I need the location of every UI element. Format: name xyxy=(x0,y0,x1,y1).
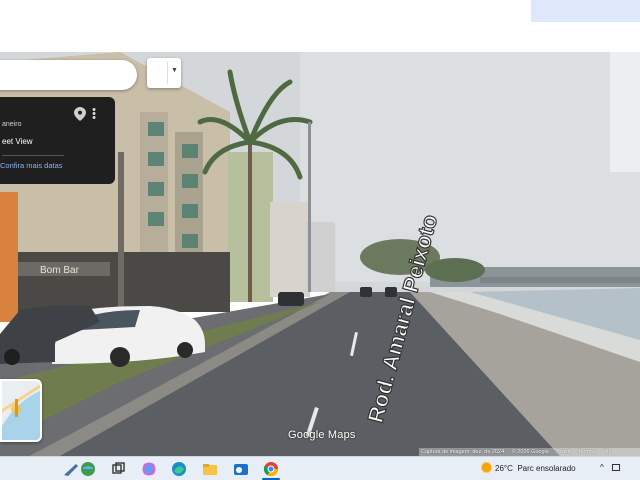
browser-tab-area[interactable] xyxy=(531,0,640,22)
tray-chevron-icon[interactable]: ^ xyxy=(600,463,604,472)
widgets-icon[interactable] xyxy=(62,461,96,477)
google-maps-watermark: Google Maps xyxy=(288,429,356,441)
shop-sign: Bom Bar xyxy=(40,265,80,276)
card-divider xyxy=(2,155,64,156)
more-options-icon[interactable]: • • • xyxy=(91,105,97,124)
browser-top-bar xyxy=(0,0,640,52)
dropdown-divider xyxy=(167,62,168,84)
privacy-link[interactable]: Pri xyxy=(603,449,610,455)
location-pin-icon[interactable] xyxy=(74,107,86,121)
location-text: aneiro xyxy=(2,121,22,128)
weather-widget[interactable]: 26°C Parc ensolarado xyxy=(482,463,576,473)
more-dates-link[interactable]: Confira mais datas xyxy=(0,161,63,170)
search-input[interactable] xyxy=(0,60,137,90)
street-view-label: eet View xyxy=(2,137,33,146)
mini-map-image xyxy=(2,381,40,440)
mini-map[interactable] xyxy=(0,379,42,442)
street-view-info-card: • • • aneiro eet View Confira mais datas xyxy=(0,97,115,184)
edge-browser-icon[interactable] xyxy=(171,461,187,477)
chrome-icon[interactable] xyxy=(263,461,279,477)
weather-description: Parc ensolarado xyxy=(517,464,576,473)
layer-dropdown-button[interactable]: ▼ xyxy=(147,58,181,88)
country-link[interactable]: Brasil xyxy=(556,449,570,455)
capture-date: Captura de imagem: dez. de 2024 xyxy=(421,449,505,455)
copilot-icon[interactable] xyxy=(141,461,157,477)
file-explorer-icon[interactable] xyxy=(202,461,218,477)
weather-temp: 26°C xyxy=(495,464,513,473)
network-icon[interactable] xyxy=(612,464,620,471)
task-view-icon[interactable] xyxy=(110,461,126,477)
terms-link[interactable]: Termos xyxy=(578,449,596,455)
chevron-down-icon: ▼ xyxy=(171,67,178,74)
attribution-bar: Captura de imagem: dez. de 2024 © 2026 G… xyxy=(419,448,640,456)
screen: Bom Bar Rod. Amaral Peixoto ▼ • • • anei… xyxy=(0,0,640,480)
system-tray[interactable]: ^ xyxy=(600,463,620,472)
weather-sun-icon xyxy=(482,463,491,472)
copyright: © 2026 Google xyxy=(511,449,549,455)
outlook-icon[interactable] xyxy=(233,461,249,477)
taskbar: 26°C Parc ensolarado ^ xyxy=(0,456,640,480)
